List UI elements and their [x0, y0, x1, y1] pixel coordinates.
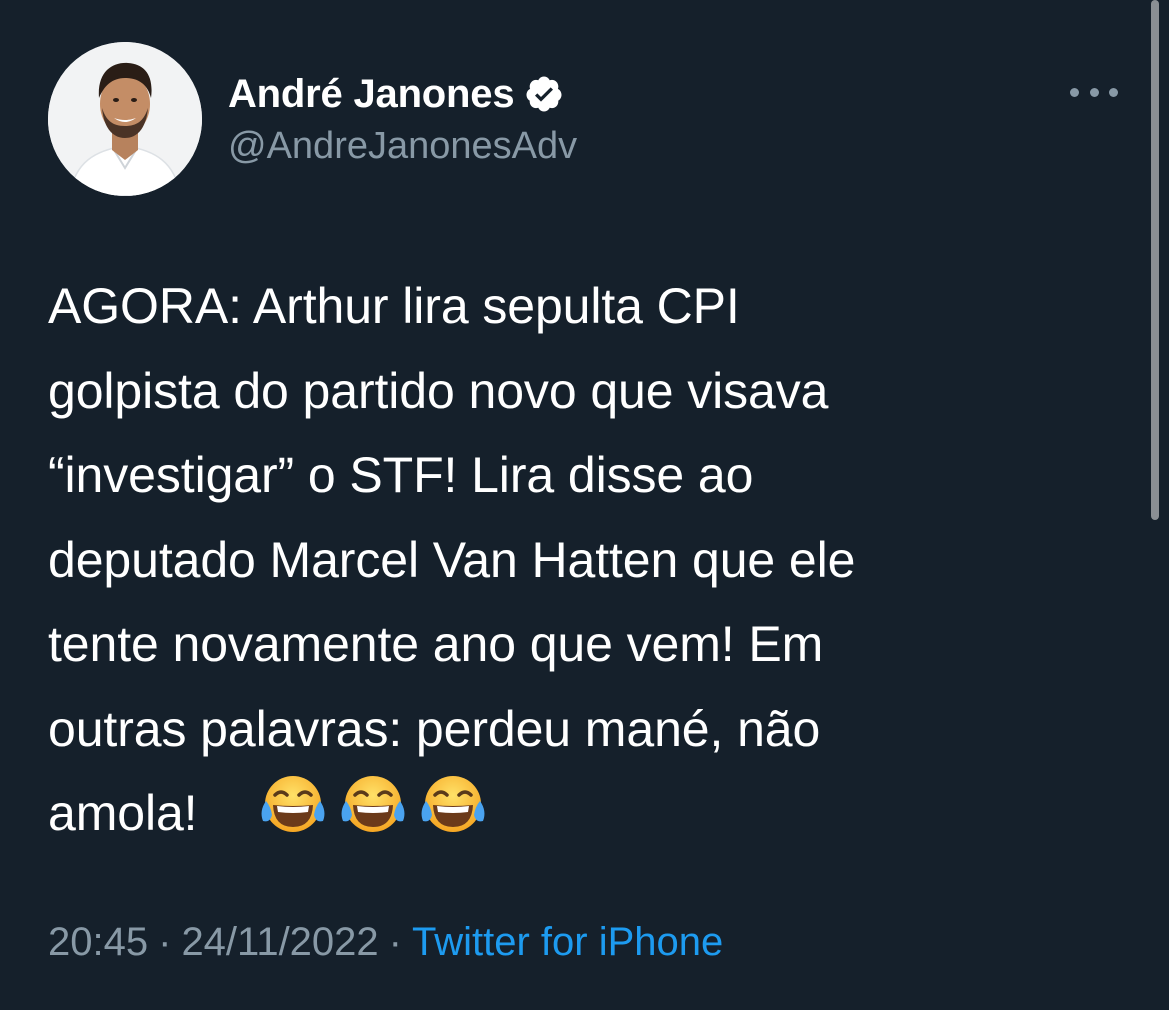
author-name-row[interactable]: André Janones	[228, 68, 564, 120]
author-handle[interactable]: @AndreJanonesAdv	[228, 125, 577, 168]
verified-badge-icon	[524, 74, 564, 114]
profile-photo	[48, 42, 202, 196]
tweet: André Janones @AndreJanonesAdv AGORA: Ar…	[0, 0, 1169, 1010]
tweet-text: AGORA: Arthur lira sepulta CPI golpista …	[48, 278, 856, 841]
tweet-source-link[interactable]: Twitter for iPhone	[412, 920, 723, 964]
avatar[interactable]	[48, 42, 202, 196]
tweet-date[interactable]: 24/11/2022	[181, 920, 378, 964]
meta-separator: ·	[158, 920, 172, 964]
more-dot	[1109, 87, 1118, 97]
more-dot	[1070, 87, 1079, 97]
author-display-name[interactable]: André Janones	[228, 72, 515, 117]
scrollbar[interactable]	[1151, 0, 1159, 520]
face-with-tears-of-joy-emoji	[338, 771, 408, 837]
tweet-meta: 20:45 · 24/11/2022 · Twitter for iPhone	[48, 920, 723, 965]
more-options-icon[interactable]	[1070, 80, 1118, 104]
emoji-row	[258, 771, 488, 837]
face-with-tears-of-joy-emoji	[258, 771, 328, 837]
tweet-time[interactable]: 20:45	[48, 920, 148, 964]
more-dot	[1089, 87, 1099, 97]
meta-separator: ·	[388, 920, 402, 964]
face-with-tears-of-joy-emoji	[418, 771, 488, 837]
